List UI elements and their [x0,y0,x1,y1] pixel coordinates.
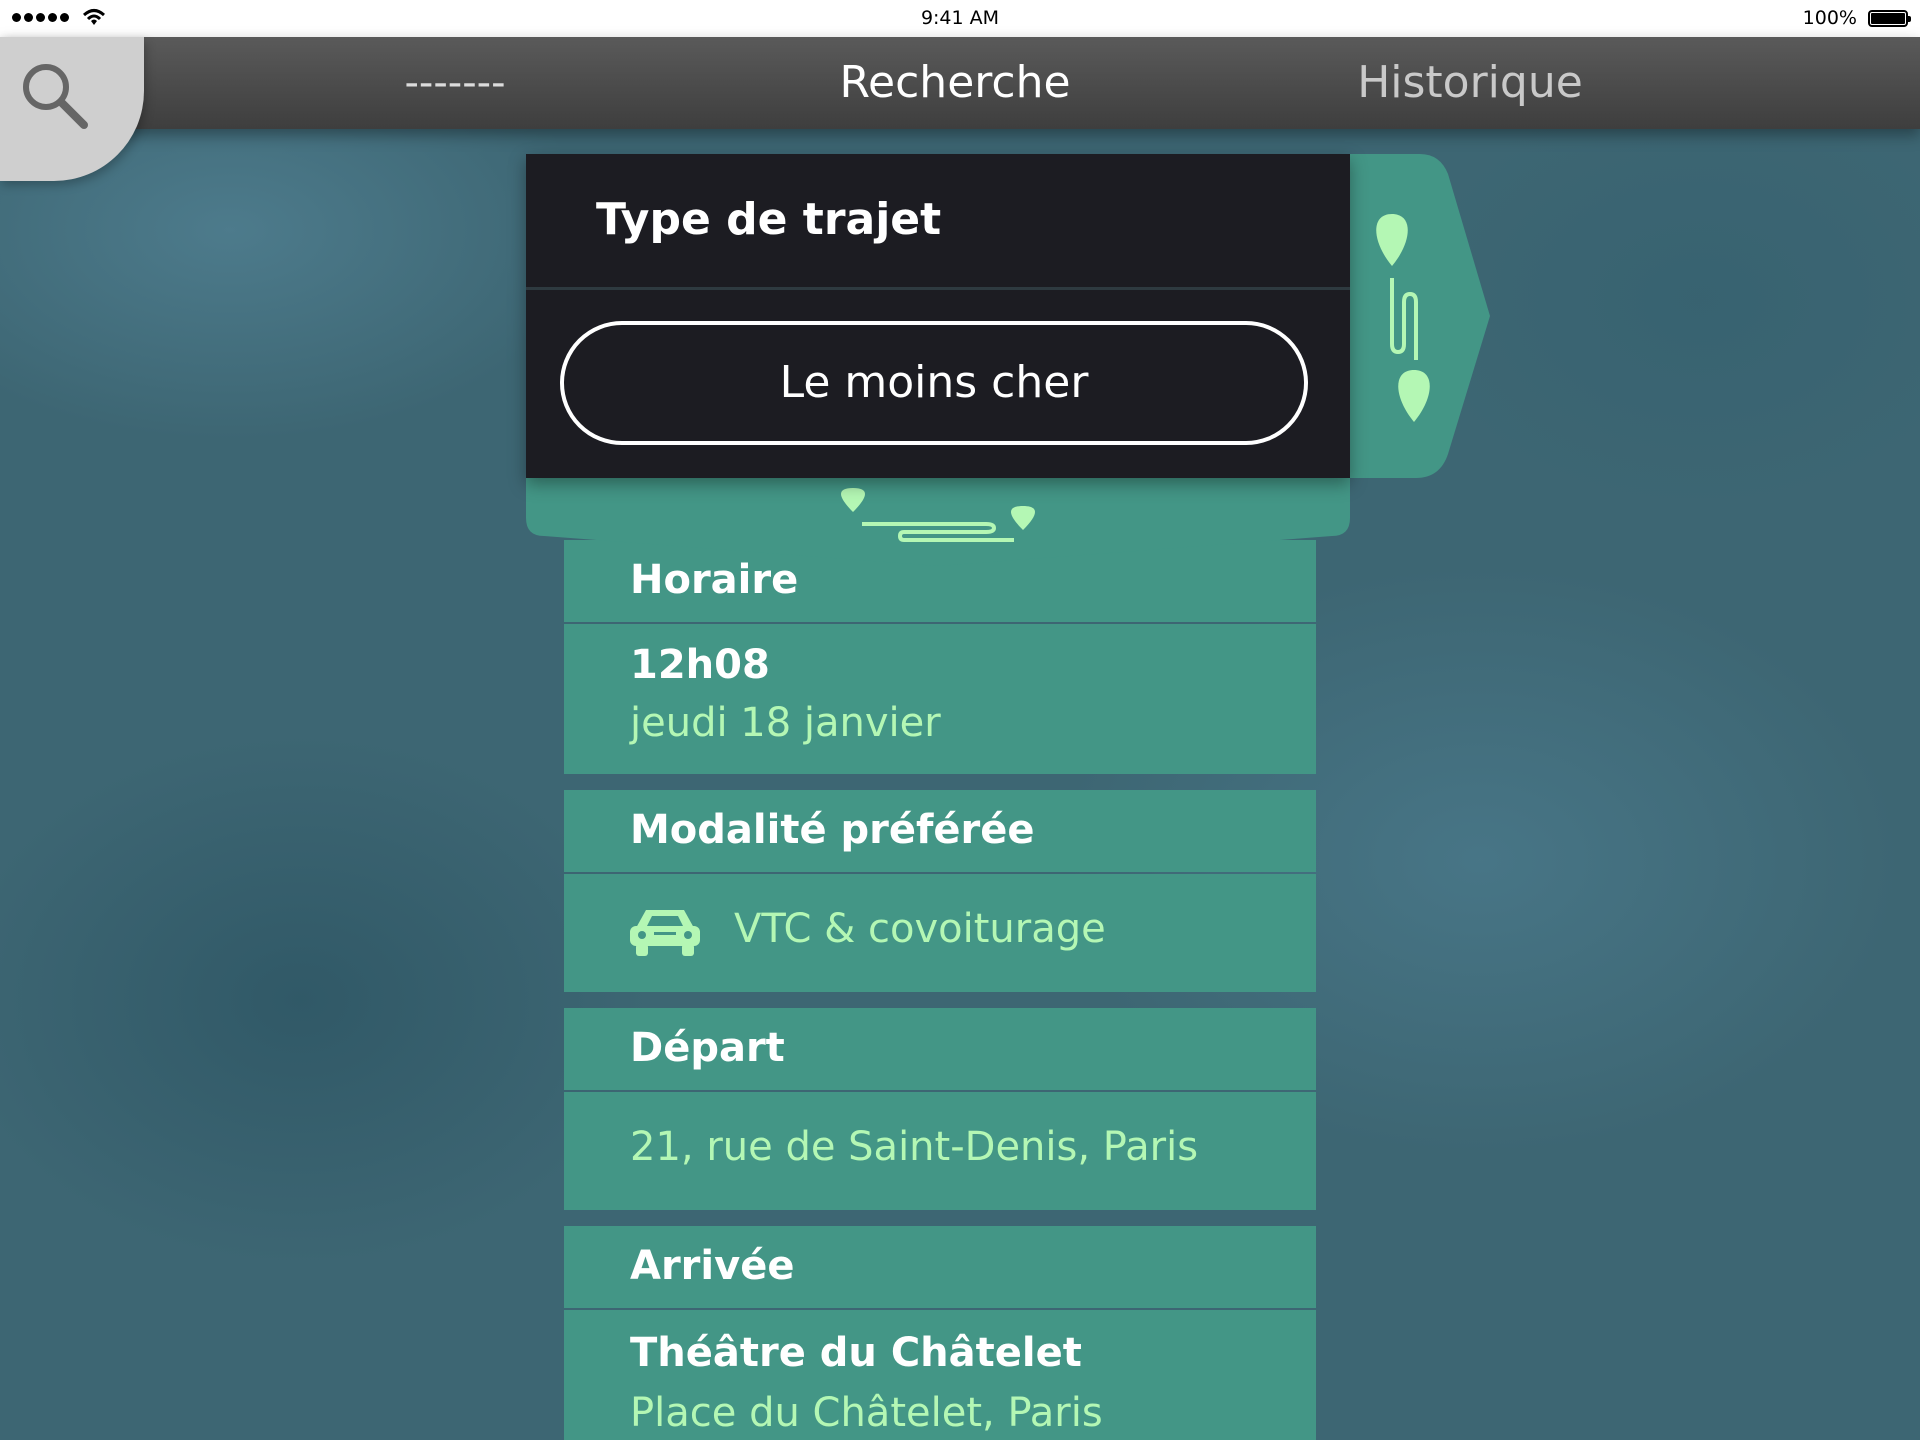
mode-text: VTC & covoiturage [734,906,1106,952]
search-button[interactable] [0,37,144,181]
mode-label: Modalité préférée [630,807,1035,853]
trip-type-option-button[interactable]: Le moins cher [560,321,1308,445]
arrival-header: Arrivée [564,1226,1316,1308]
departure-header: Départ [564,1008,1316,1090]
trip-type-panel: Type de trajet Le moins cher [526,154,1350,478]
route-vertical-tab[interactable] [1350,154,1490,478]
arrival-place: Théâtre du Châtelet [630,1330,1082,1376]
battery-icon [1868,10,1911,27]
tab-historique[interactable]: Historique [1300,37,1640,129]
battery-percentage: 100% [1802,7,1857,29]
status-time: 9:41 AM [920,7,1000,29]
search-icon [23,64,88,129]
arrival-label: Arrivée [630,1243,795,1289]
mode-value[interactable]: VTC & covoiturage [564,874,1316,992]
arrival-value[interactable]: Théâtre du Châtelet Place du Châtelet, P… [564,1310,1316,1440]
car-icon [630,910,700,956]
mode-header: Modalité préférée [564,790,1316,872]
departure-value[interactable]: 21, rue de Saint-Denis, Paris [564,1092,1316,1210]
schedule-value[interactable]: 12h08 jeudi 18 janvier [564,624,1316,774]
schedule-date: jeudi 18 janvier [630,700,941,746]
route-horizontal-tab[interactable] [526,478,1350,568]
tab-placeholder[interactable]: ------- [360,37,550,129]
navigation-bar: ------- Recherche Historique [0,37,1920,129]
departure-address: 21, rue de Saint-Denis, Paris [630,1124,1199,1170]
divider [526,287,1350,290]
trip-type-title: Type de trajet [596,194,942,245]
status-bar: 9:41 AM 100% [0,0,1920,37]
schedule-time: 12h08 [630,642,770,688]
arrival-address: Place du Châtelet, Paris [630,1390,1103,1436]
tab-recherche[interactable]: Recherche [810,37,1100,129]
departure-label: Départ [630,1025,785,1071]
